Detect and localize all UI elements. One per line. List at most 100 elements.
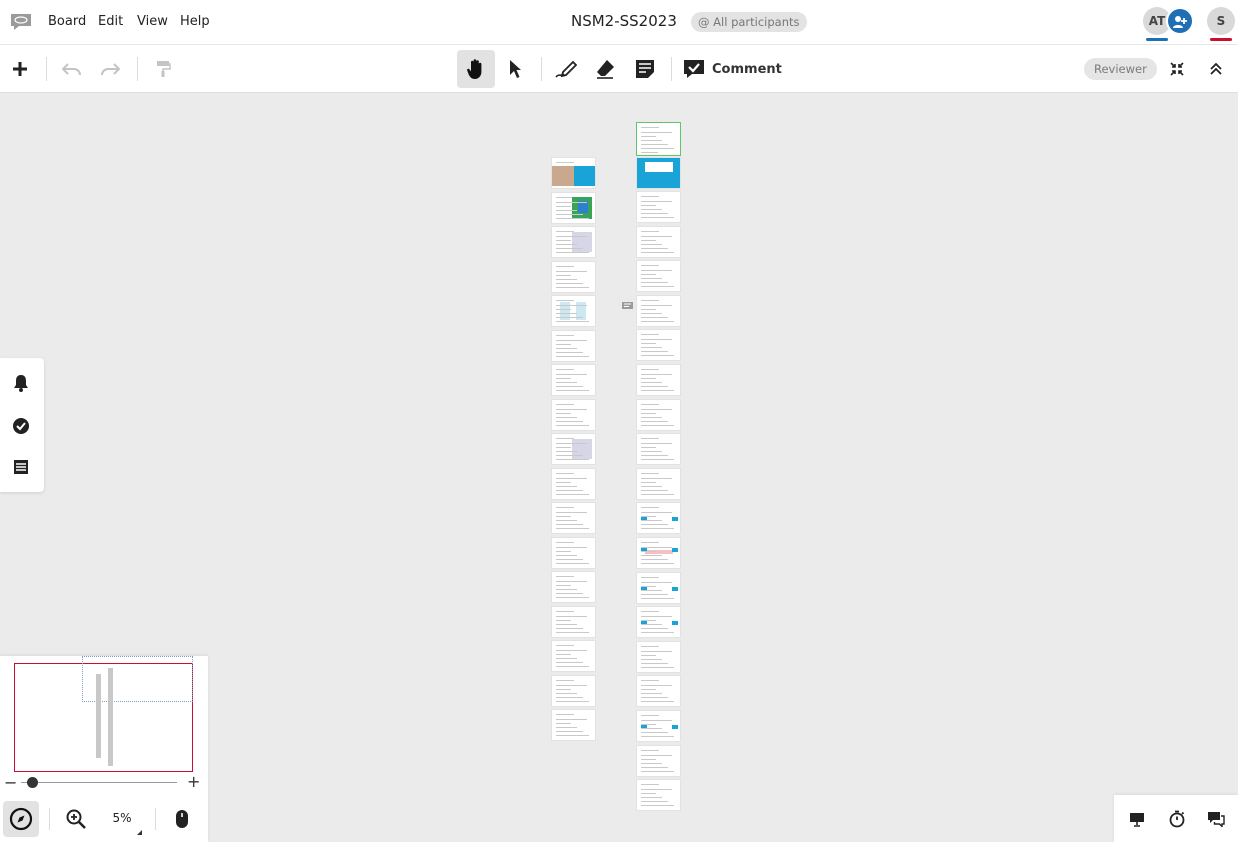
slide-text-line: [556, 334, 574, 336]
slide-thumbnail[interactable]: [551, 226, 596, 258]
zoom-out-button[interactable]: −: [4, 773, 17, 792]
redo-button[interactable]: [91, 50, 129, 88]
chat-button[interactable]: [1204, 807, 1228, 831]
slide-thumbnail[interactable]: [551, 157, 596, 189]
slide-text-line: [641, 493, 674, 495]
slide-thumbnail[interactable]: [636, 606, 681, 639]
slide-thumbnail[interactable]: [636, 537, 681, 569]
zoom-in-button[interactable]: [58, 801, 94, 837]
menu-help[interactable]: Help: [180, 14, 210, 29]
slide-thumbnail[interactable]: [636, 294, 681, 327]
slide-thumbnail[interactable]: [636, 502, 681, 535]
slide-text-line: [556, 240, 571, 241]
slide-thumbnail[interactable]: [636, 571, 681, 604]
slide-thumbnail[interactable]: [551, 260, 596, 293]
slide-text-line: [641, 632, 674, 634]
slide-thumbnail[interactable]: [551, 364, 596, 396]
slide-text-line: [641, 762, 662, 764]
slide-thumbnail[interactable]: [636, 640, 681, 673]
hand-tool-button[interactable]: [457, 50, 495, 88]
reviewer-chip[interactable]: Reviewer: [1084, 58, 1157, 80]
slide-thumbnail[interactable]: [636, 329, 681, 362]
avatar-s[interactable]: S: [1207, 7, 1235, 35]
presentation-button[interactable]: [1125, 807, 1149, 831]
format-painter-button[interactable]: [144, 50, 182, 88]
slide-text-line: [641, 770, 674, 772]
slide-thumbnail[interactable]: [551, 640, 596, 672]
outline-button[interactable]: [10, 456, 32, 478]
comment-button[interactable]: Comment: [683, 54, 782, 84]
slide-text-line: [556, 696, 583, 698]
toolbar-separator: [671, 57, 672, 81]
slide-thumbnail[interactable]: [636, 710, 681, 742]
slide-thumbnail[interactable]: [636, 398, 681, 431]
slide-text-line: [641, 278, 662, 280]
slide-text-line: [641, 286, 674, 288]
slide-thumbnail[interactable]: [551, 433, 596, 465]
board-title[interactable]: NSM2-SS2023: [571, 12, 677, 30]
slide-thumbnail[interactable]: [636, 122, 681, 156]
tasks-button[interactable]: [10, 415, 32, 437]
timer-button[interactable]: [1165, 807, 1189, 831]
zoom-slider-handle[interactable]: [27, 777, 39, 788]
slide-thumbnail[interactable]: [551, 502, 596, 534]
notifications-button[interactable]: [10, 372, 32, 394]
zoom-slider-track[interactable]: [21, 782, 177, 783]
invite-button[interactable]: [1166, 7, 1194, 35]
add-button[interactable]: [1, 50, 39, 88]
slide-text-line: [641, 144, 668, 145]
slide-thumbnail[interactable]: [636, 744, 681, 777]
collapse-toolbar-button[interactable]: [1197, 50, 1235, 88]
slide-thumbnail[interactable]: [636, 779, 681, 812]
toolbar-separator: [137, 57, 138, 81]
speech-bubble-logo-icon[interactable]: [9, 12, 33, 32]
slide-text-line: [641, 247, 668, 249]
slide-thumbnail[interactable]: [551, 191, 596, 224]
select-tool-button[interactable]: [496, 50, 534, 88]
slide-text-line: [641, 196, 659, 197]
zoom-level[interactable]: 5%: [104, 811, 140, 825]
slide-thumbnail[interactable]: [636, 225, 681, 258]
slide-text-line: [641, 477, 672, 479]
slide-thumbnail[interactable]: [636, 467, 681, 500]
sticky-note-button[interactable]: [626, 50, 664, 88]
minimap-frame[interactable]: [14, 656, 193, 772]
slide-text-line: [556, 201, 587, 203]
slide-text-line: [641, 559, 668, 560]
slide-thumbnail[interactable]: [551, 329, 596, 362]
slide-thumbnail[interactable]: [636, 260, 681, 293]
slide-thumbnail[interactable]: [636, 675, 681, 708]
slide-text-line: [556, 688, 571, 690]
zoom-dropdown-icon[interactable]: [137, 830, 142, 835]
slide-thumbnail[interactable]: [551, 467, 596, 500]
slide-thumbnail[interactable]: [551, 295, 596, 327]
slide-thumbnail[interactable]: [551, 398, 596, 431]
menu-edit[interactable]: Edit: [98, 14, 123, 29]
slide-text-line: [641, 451, 662, 453]
participants-chip[interactable]: @ All participants: [691, 12, 807, 32]
eraser-tool-button[interactable]: [586, 50, 624, 88]
slide-thumbnail[interactable]: [636, 157, 681, 189]
pen-tool-button[interactable]: [547, 50, 585, 88]
mouse-mode-button[interactable]: [164, 801, 200, 837]
fit-screen-button[interactable]: [1158, 50, 1196, 88]
menu-view[interactable]: View: [137, 14, 168, 29]
slide-thumbnail[interactable]: [551, 674, 596, 707]
slide-thumbnail[interactable]: [551, 571, 596, 603]
slide-thumbnail[interactable]: [551, 605, 596, 638]
slide-text-line: [556, 270, 587, 272]
minimap-separator: [49, 808, 50, 830]
slide-text-line: [641, 201, 672, 202]
navigator-button[interactable]: [3, 801, 39, 837]
comment-marker-icon[interactable]: [622, 302, 633, 309]
menu-board[interactable]: Board: [48, 14, 86, 29]
slide-thumbnail[interactable]: [636, 433, 681, 466]
undo-button[interactable]: [53, 50, 91, 88]
slide-thumbnail[interactable]: [636, 364, 681, 396]
slide-thumbnail[interactable]: [636, 191, 681, 223]
slide-text-line: [556, 236, 587, 237]
slide-thumbnail[interactable]: [551, 536, 596, 569]
slide-thumbnail[interactable]: [551, 709, 596, 741]
zoom-in-plus-button[interactable]: +: [187, 772, 200, 791]
toolbar: Comment Reviewer: [0, 45, 1238, 93]
